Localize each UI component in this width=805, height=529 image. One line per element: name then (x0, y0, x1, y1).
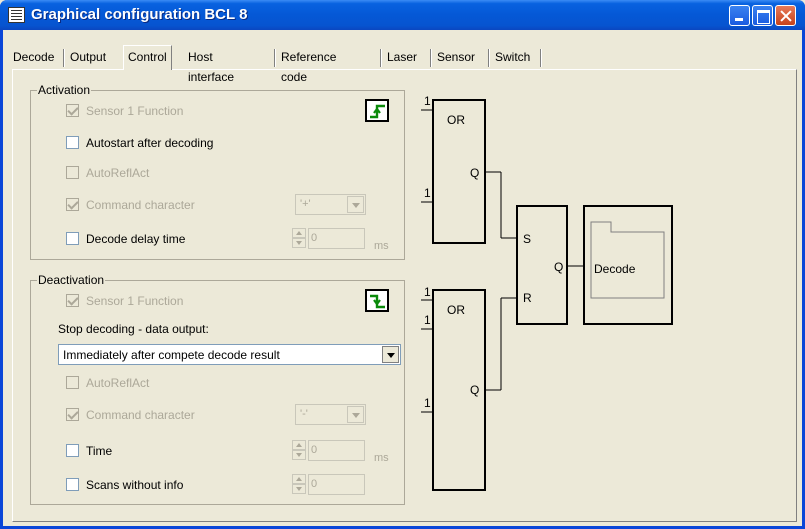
gate2-label: OR (447, 303, 465, 317)
decode-label: Decode (594, 262, 636, 276)
flipflop-reset: R (523, 291, 532, 305)
gate1-input-b: 1 (424, 186, 431, 200)
gate2-input-a: 1 (424, 285, 431, 299)
gate2-input-b: 1 (424, 313, 431, 327)
gate1-input-a: 1 (424, 94, 431, 108)
main-window: Graphical configuration BCL 8 Decode Out… (0, 0, 805, 529)
folder-icon (590, 221, 665, 299)
gate1-label: OR (447, 113, 465, 127)
gate1-output: Q (470, 166, 479, 180)
flipflop-set: S (523, 232, 531, 246)
logic-diagram: 1 1 OR Q 1 1 1 OR Q S R Q Decode (421, 94, 673, 491)
gate2-output: Q (470, 383, 479, 397)
gate2-input-c: 1 (424, 396, 431, 410)
flipflop-output: Q (554, 260, 563, 274)
